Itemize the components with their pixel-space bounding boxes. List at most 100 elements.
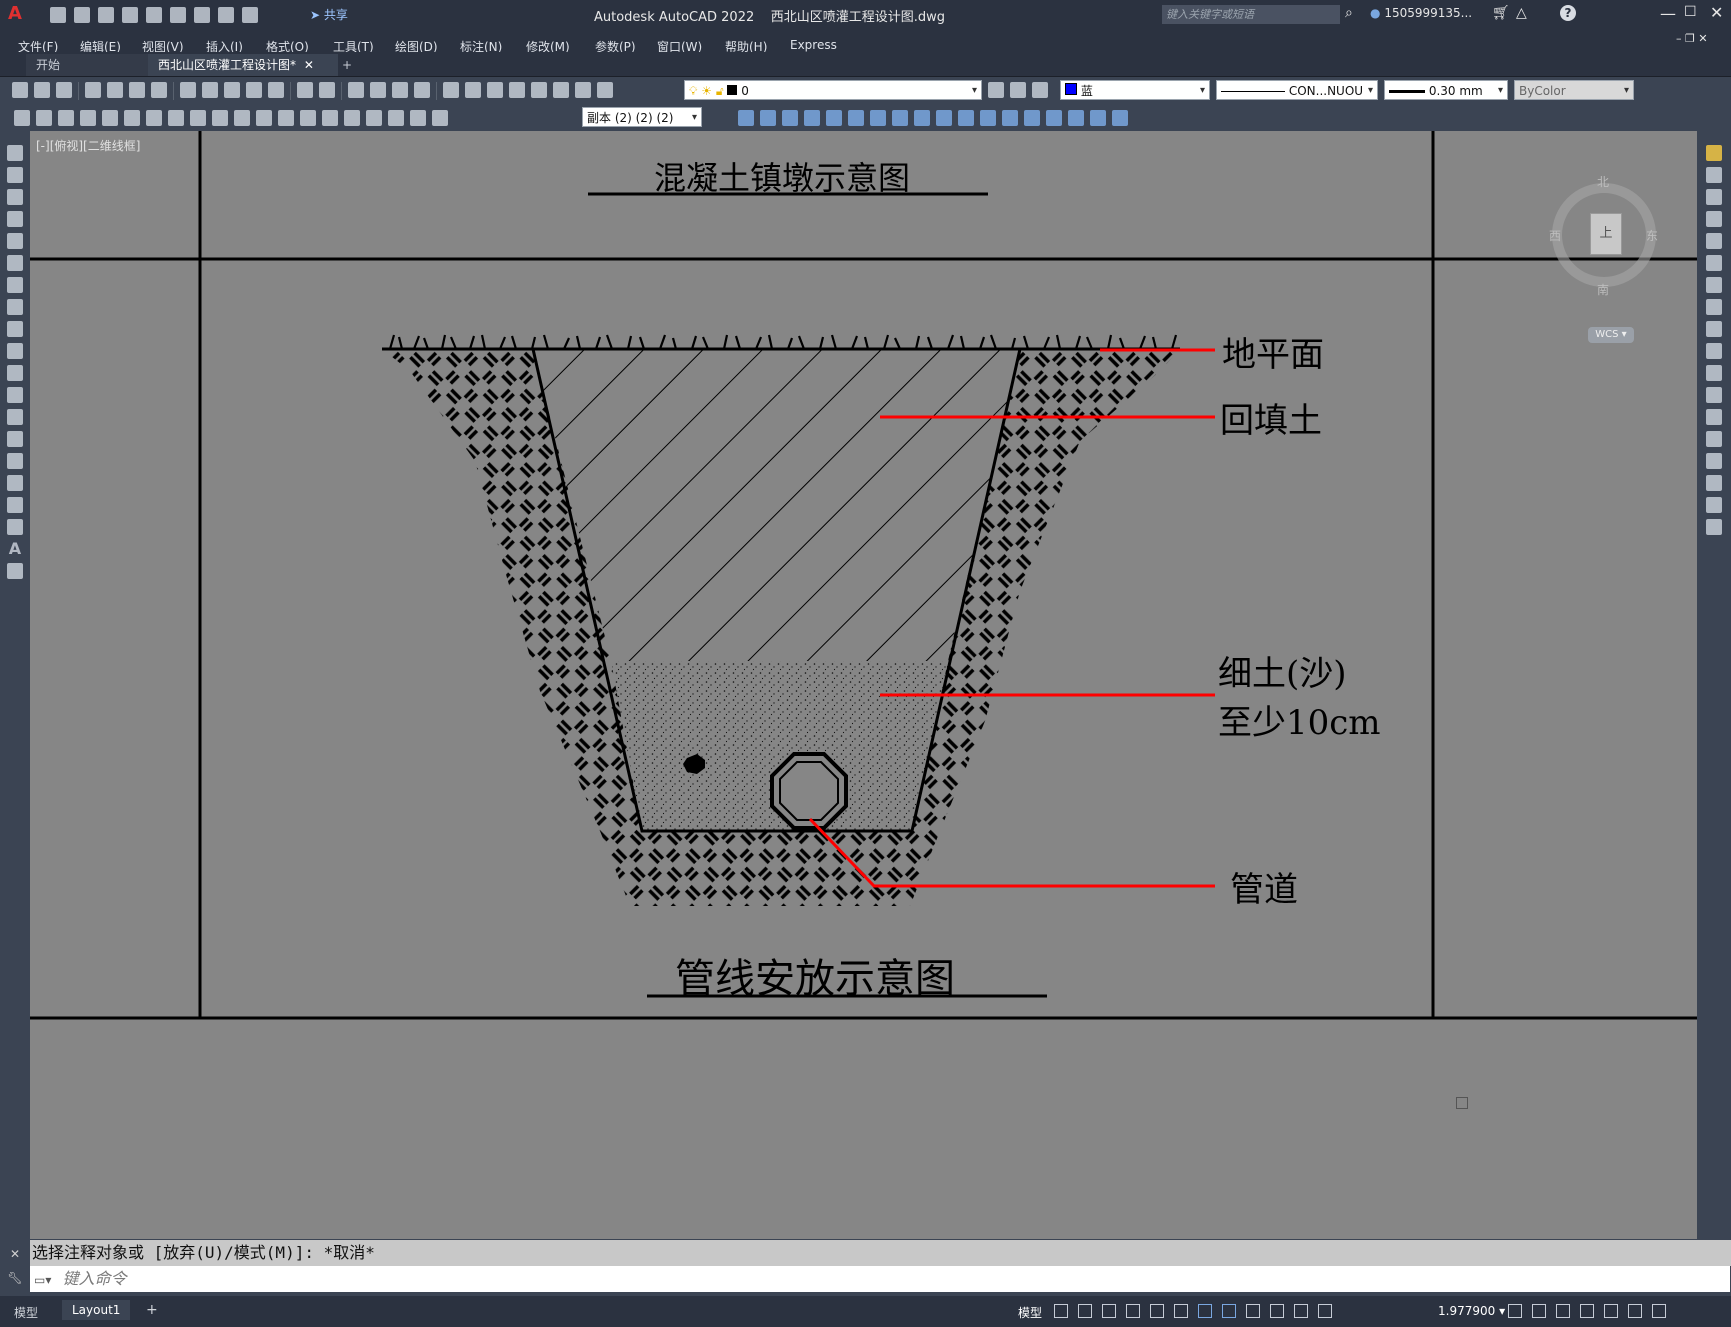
minimize-icon[interactable]: — (1660, 4, 1676, 23)
copy-icon[interactable] (202, 82, 218, 98)
polygon-icon[interactable] (7, 211, 23, 227)
union-icon[interactable] (738, 110, 754, 126)
zoom-realtime-icon[interactable] (370, 82, 386, 98)
copy-object-icon[interactable] (1706, 167, 1722, 183)
dim-update-icon[interactable] (432, 110, 448, 126)
workspace-gear-icon[interactable] (1532, 1304, 1546, 1318)
ellipse-icon[interactable] (7, 343, 23, 359)
snap-icon[interactable] (1078, 1304, 1092, 1318)
plot-preview-icon[interactable] (107, 82, 123, 98)
revision-cloud-icon[interactable] (7, 299, 23, 315)
dimstyle-dropdown[interactable]: 副本 (2) (2) (2) ▾ (582, 107, 702, 127)
graphics-performance-icon[interactable] (1604, 1304, 1618, 1318)
imprint-icon[interactable] (980, 110, 996, 126)
arc-icon[interactable] (7, 255, 23, 271)
sheet-set-icon[interactable] (509, 82, 525, 98)
new-icon[interactable] (50, 7, 66, 23)
redo-icon[interactable] (242, 7, 258, 23)
slice-icon[interactable] (1090, 110, 1106, 126)
undo-icon[interactable] (218, 7, 234, 23)
copy-faces-icon[interactable] (936, 110, 952, 126)
point-icon[interactable] (7, 431, 23, 447)
offset-icon[interactable] (1706, 211, 1722, 227)
annotation-visibility-icon[interactable] (1270, 1304, 1284, 1318)
block-editor-icon[interactable] (268, 82, 284, 98)
stretch-icon[interactable] (1706, 321, 1722, 337)
linear-dim-icon[interactable] (14, 110, 30, 126)
viewcube-south[interactable]: 南 (1597, 281, 1609, 298)
open-web-icon[interactable] (146, 7, 162, 23)
viewcube-face[interactable]: 上 (1590, 213, 1622, 255)
angular-icon[interactable] (168, 110, 184, 126)
jogged-linear-icon[interactable] (366, 110, 382, 126)
save-as-icon[interactable] (122, 7, 138, 23)
color-dropdown[interactable]: 蓝 ▾ (1060, 80, 1210, 100)
qnew-icon[interactable] (12, 82, 28, 98)
make-current-icon[interactable] (988, 82, 1004, 98)
redo-icon[interactable] (319, 82, 335, 98)
rectangle-icon[interactable] (7, 233, 23, 249)
tab-active-drawing[interactable]: 西北山区喷灌工程设计图* ✕ (148, 54, 338, 76)
radius-icon[interactable] (102, 110, 118, 126)
plot-icon[interactable] (194, 7, 210, 23)
shell-icon[interactable] (1046, 110, 1062, 126)
layer-previous-icon[interactable] (1010, 82, 1026, 98)
command-input[interactable]: ▭▾ 键入命令 (30, 1266, 1730, 1292)
move-faces-icon[interactable] (826, 110, 842, 126)
construction-line-icon[interactable] (7, 167, 23, 183)
close-icon[interactable]: ✕ (1710, 3, 1723, 22)
annotation-scale[interactable]: 1.977900 ▾ (1438, 1304, 1505, 1318)
add-selected-icon[interactable] (7, 563, 23, 579)
mtext-icon[interactable]: A (7, 541, 23, 557)
taper-faces-icon[interactable] (914, 110, 930, 126)
isolate-objects-icon[interactable] (1580, 1304, 1594, 1318)
status-model-button[interactable]: 模型 (1018, 1304, 1042, 1321)
tab-layout1[interactable]: Layout1 (62, 1300, 131, 1320)
customize-icon[interactable]: 🔧︎ (7, 1271, 22, 1285)
search-box[interactable]: 键入关键字或短语 (1162, 5, 1340, 24)
object-snap-icon[interactable] (1198, 1304, 1212, 1318)
break-icon[interactable] (278, 110, 294, 126)
pan-icon[interactable] (348, 82, 364, 98)
open-icon[interactable] (74, 7, 90, 23)
autocad-logo-icon[interactable]: A (8, 4, 24, 24)
close-command-icon[interactable]: ✕ (10, 1247, 20, 1261)
section-icon[interactable] (1112, 110, 1128, 126)
mirror-icon[interactable] (1706, 189, 1722, 205)
rotate-faces-icon[interactable] (892, 110, 908, 126)
3d-print-icon[interactable] (151, 82, 167, 98)
trim-icon[interactable] (1706, 343, 1722, 359)
join-icon[interactable] (1706, 431, 1722, 447)
break-at-point-icon[interactable] (1706, 387, 1722, 403)
circle-icon[interactable] (7, 277, 23, 293)
intersect-icon[interactable] (782, 110, 798, 126)
help-icon[interactable]: ? (1560, 5, 1576, 21)
tab-model[interactable]: 模型 (14, 1304, 38, 1321)
command-line-handle[interactable]: ✕ 🔧︎ (6, 1242, 24, 1292)
calculator-icon[interactable] (553, 82, 569, 98)
new-tab-button[interactable]: + (332, 54, 362, 76)
gradient-icon[interactable] (7, 475, 23, 491)
save-icon[interactable] (56, 82, 72, 98)
separate-icon[interactable] (1024, 110, 1040, 126)
dim-text-edit-icon[interactable] (410, 110, 426, 126)
autodesk-app-icon[interactable]: △ (1516, 5, 1527, 21)
user-account[interactable]: ● 1505999135... (1370, 6, 1472, 20)
tool-palettes-icon[interactable] (487, 82, 503, 98)
zoom-previous-icon[interactable] (414, 82, 430, 98)
offset-faces-icon[interactable] (848, 110, 864, 126)
insert-block-icon[interactable] (7, 387, 23, 403)
tolerance-icon[interactable] (300, 110, 316, 126)
annotation-monitor-icon[interactable] (1508, 1304, 1522, 1318)
layer-dropdown[interactable]: 💡︎ ☀ 🔓︎ 0 ▾ (684, 80, 982, 100)
ellipse-arc-icon[interactable] (7, 365, 23, 381)
units-icon[interactable] (1556, 1304, 1570, 1318)
search-icon[interactable]: ⌕ (1345, 5, 1353, 21)
paste-icon[interactable] (224, 82, 240, 98)
viewcube-north[interactable]: 北 (1597, 173, 1609, 190)
check-icon[interactable] (1068, 110, 1084, 126)
explode-icon[interactable] (1706, 519, 1722, 535)
save-web-icon[interactable] (170, 7, 186, 23)
polyline-icon[interactable] (7, 189, 23, 205)
inspect-icon[interactable] (344, 110, 360, 126)
